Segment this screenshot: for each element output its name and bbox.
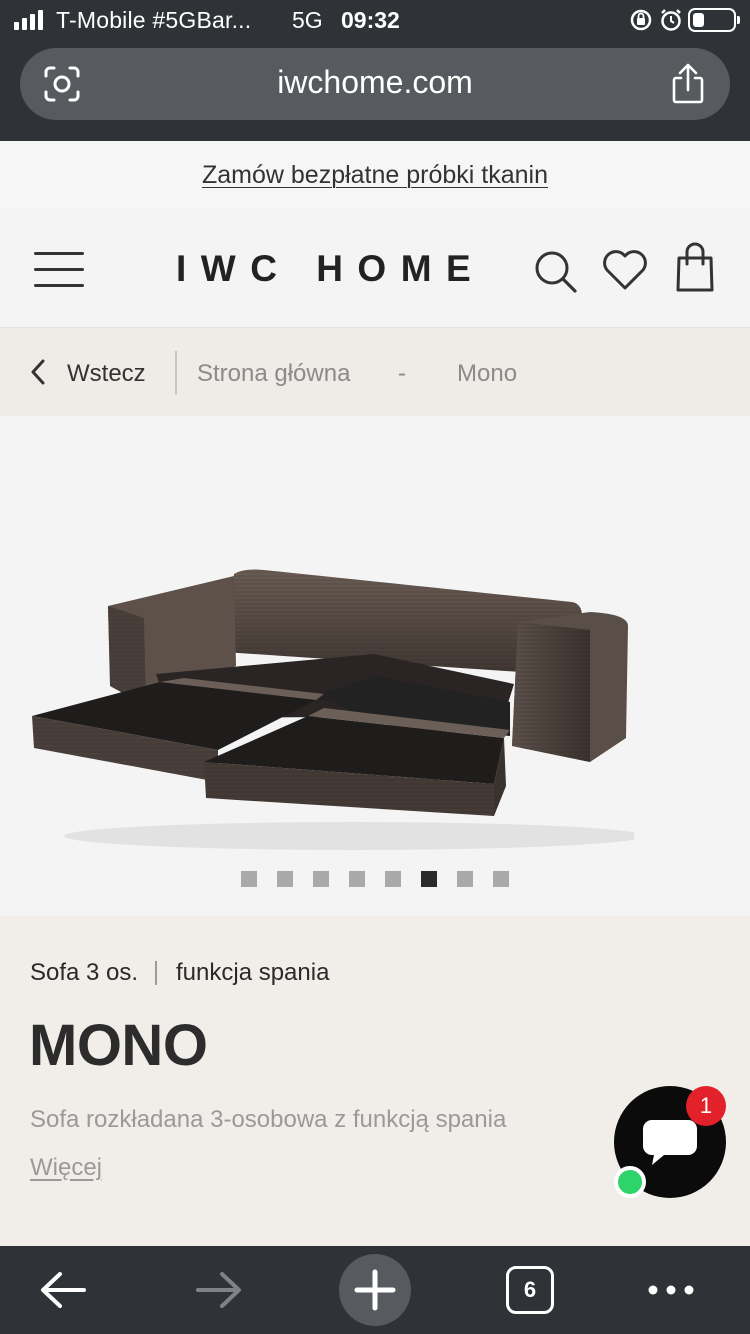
carrier-name: T-Mobile #5GBar... <box>56 7 252 33</box>
shopping-bag-icon[interactable] <box>676 242 714 292</box>
breadcrumb-divider <box>175 351 177 395</box>
gallery-dot[interactable] <box>385 871 401 887</box>
browser-top-chrome: T-Mobile #5GBar... 5G 09:32 iwchome.com <box>0 0 750 141</box>
category-divider <box>155 961 157 985</box>
product-subtitle: Sofa rozkładana 3-osobowa z funkcją span… <box>30 1106 507 1133</box>
forward-arrow-icon[interactable] <box>192 1246 246 1334</box>
lock-alarm-icon <box>630 9 681 31</box>
chat-notification-badge: 1 <box>686 1086 726 1126</box>
url-text[interactable]: iwchome.com <box>20 64 730 101</box>
gallery-dot[interactable] <box>421 871 437 887</box>
heart-icon[interactable] <box>601 246 649 292</box>
product-title: MONO <box>29 1013 208 1078</box>
back-link[interactable]: Wstecz <box>67 360 146 388</box>
browser-bottom-toolbar: 6 <box>0 1246 750 1334</box>
sofa-image <box>32 569 634 850</box>
plus-icon <box>354 1269 396 1311</box>
gallery-dot[interactable] <box>493 871 509 887</box>
breadcrumb-current: Mono <box>457 360 518 387</box>
chevron-left-icon[interactable] <box>28 357 50 387</box>
search-icon[interactable] <box>532 248 578 294</box>
product-categories: Sofa 3 os. funkcja spania <box>30 959 329 987</box>
signal-icon <box>14 10 48 30</box>
site-header: IWC HOME <box>0 208 750 328</box>
gallery-pagination <box>241 871 509 887</box>
gallery-dot[interactable] <box>349 871 365 887</box>
clock: 09:32 <box>341 7 400 33</box>
category-sofa[interactable]: Sofa 3 os. <box>30 959 138 986</box>
gallery-dot[interactable] <box>313 871 329 887</box>
breadcrumb: Wstecz Strona główna - Mono <box>0 329 750 416</box>
battery-icon <box>688 8 740 32</box>
online-status-indicator <box>614 1166 646 1198</box>
breadcrumb-separator: - <box>398 360 406 387</box>
brand-logo[interactable]: IWC HOME <box>176 248 485 290</box>
network-type: 5G <box>292 7 323 33</box>
share-icon[interactable] <box>668 62 708 106</box>
product-info: Sofa 3 os. funkcja spania MONO Sofa rozk… <box>0 916 750 1246</box>
status-bar: T-Mobile #5GBar... 5G 09:32 <box>0 0 750 42</box>
chat-bubble-icon <box>643 1120 697 1165</box>
new-tab-button[interactable] <box>339 1254 411 1326</box>
breadcrumb-home-link[interactable]: Strona główna <box>197 360 350 388</box>
gallery-dot[interactable] <box>277 871 293 887</box>
hamburger-menu-icon[interactable] <box>34 252 84 288</box>
promo-bar: Zamów bezpłatne próbki tkanin <box>0 141 750 208</box>
gallery-dot[interactable] <box>457 871 473 887</box>
url-bar[interactable]: iwchome.com <box>20 48 730 120</box>
more-link[interactable]: Więcej <box>30 1154 102 1182</box>
category-sleep-function[interactable]: funkcja spania <box>176 959 329 987</box>
tab-switcher-button[interactable]: 6 <box>506 1266 554 1314</box>
free-samples-link[interactable]: Zamów bezpłatne próbki tkanin <box>202 161 548 190</box>
back-arrow-icon[interactable] <box>36 1246 90 1334</box>
more-menu-icon[interactable] <box>646 1246 696 1334</box>
product-gallery[interactable] <box>0 416 750 916</box>
gallery-dot[interactable] <box>241 871 257 887</box>
